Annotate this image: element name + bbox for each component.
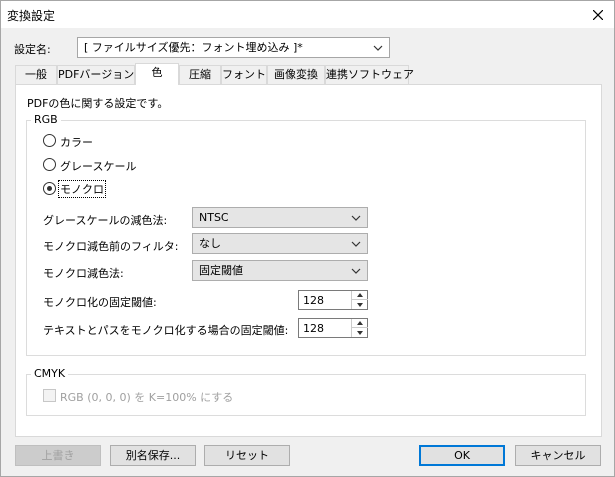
mono-threshold-value[interactable]: 128 bbox=[303, 294, 324, 307]
settings-name-label: 設定名: bbox=[14, 43, 51, 56]
mono-filter-value: なし bbox=[199, 237, 221, 250]
spinner-buttons bbox=[351, 319, 368, 337]
title-bar: 変換設定 bbox=[1, 1, 614, 28]
chevron-down-icon bbox=[351, 241, 361, 247]
tab-pdf-version[interactable]: PDFバージョン bbox=[57, 65, 135, 84]
arrow-up-icon bbox=[357, 293, 363, 297]
spin-down-button[interactable] bbox=[352, 300, 368, 309]
radio-monochrome-label[interactable]: モノクロ bbox=[58, 180, 106, 198]
rgb-to-k100-checkbox[interactable] bbox=[43, 389, 56, 402]
window-title: 変換設定 bbox=[7, 9, 56, 23]
tab-linked-software[interactable]: 連携ソフトウェア bbox=[325, 65, 414, 84]
ok-button[interactable]: OK bbox=[419, 445, 505, 466]
grayscale-method-label: グレースケールの減色法: bbox=[43, 214, 168, 227]
spin-up-button[interactable] bbox=[352, 319, 368, 328]
spin-up-button[interactable] bbox=[352, 291, 368, 300]
tab-compression[interactable]: 圧縮 bbox=[179, 65, 221, 84]
arrow-down-icon bbox=[357, 302, 363, 307]
text-path-threshold-value[interactable]: 128 bbox=[303, 322, 324, 335]
rgb-group-legend: RGB bbox=[31, 113, 61, 126]
mono-method-select[interactable]: 固定閾値 bbox=[192, 260, 368, 281]
tab-general[interactable]: 一般 bbox=[15, 65, 57, 84]
mono-threshold-label: モノクロ化の固定閾値: bbox=[43, 296, 157, 309]
spinner-buttons bbox=[351, 291, 368, 309]
radio-color-label[interactable]: カラー bbox=[60, 134, 93, 150]
chevron-down-icon bbox=[351, 215, 361, 221]
close-icon bbox=[593, 9, 603, 20]
close-button[interactable] bbox=[582, 1, 614, 28]
arrow-up-icon bbox=[357, 321, 363, 325]
tab-image-conversion[interactable]: 画像変換 bbox=[267, 65, 325, 84]
text-path-threshold-label: テキストとパスをモノクロ化する場合の固定閾値: bbox=[43, 324, 289, 337]
chevron-down-icon bbox=[373, 45, 383, 51]
radio-color[interactable] bbox=[43, 134, 56, 147]
cmyk-group-legend: CMYK bbox=[31, 367, 69, 380]
chevron-down-icon bbox=[351, 268, 361, 274]
dialog-window: 変換設定 設定名: [ ファイルサイズ優先：フォント埋め込み ]* 一般 PDF… bbox=[0, 0, 615, 477]
rgb-to-k100-label: RGB (0, 0, 0) を K=100% にする bbox=[60, 391, 234, 404]
grayscale-method-value: NTSC bbox=[199, 211, 229, 224]
arrow-down-icon bbox=[357, 330, 363, 335]
radio-grayscale[interactable] bbox=[43, 158, 56, 171]
mono-filter-label: モノクロ減色前のフィルタ: bbox=[43, 240, 179, 253]
tab-color[interactable]: 色 bbox=[135, 63, 179, 85]
mono-method-value: 固定閾値 bbox=[199, 264, 243, 277]
cancel-button[interactable]: キャンセル bbox=[515, 445, 601, 466]
radio-grayscale-label[interactable]: グレースケール bbox=[60, 158, 136, 174]
reset-button[interactable]: リセット bbox=[204, 445, 290, 466]
settings-name-value: [ ファイルサイズ優先：フォント埋め込み ]* bbox=[84, 41, 303, 54]
grayscale-method-select[interactable]: NTSC bbox=[192, 207, 368, 228]
tab-font[interactable]: フォント bbox=[221, 65, 267, 84]
color-settings-panel: PDFの色に関する設定です。 RGB カラー グレースケール モノクロ グレース… bbox=[15, 84, 602, 437]
overwrite-button[interactable]: 上書き bbox=[15, 445, 101, 466]
save-as-button[interactable]: 別名保存... bbox=[110, 445, 196, 466]
mono-method-label: モノクロ減色法: bbox=[43, 267, 124, 280]
spin-down-button[interactable] bbox=[352, 328, 368, 337]
text-path-threshold-spinner[interactable]: 128 bbox=[298, 318, 368, 338]
settings-name-select[interactable]: [ ファイルサイズ優先：フォント埋め込み ]* bbox=[77, 37, 390, 58]
panel-description: PDFの色に関する設定です。 bbox=[27, 97, 169, 110]
radio-monochrome[interactable] bbox=[43, 182, 56, 195]
mono-filter-select[interactable]: なし bbox=[192, 233, 368, 254]
mono-threshold-spinner[interactable]: 128 bbox=[298, 290, 368, 310]
